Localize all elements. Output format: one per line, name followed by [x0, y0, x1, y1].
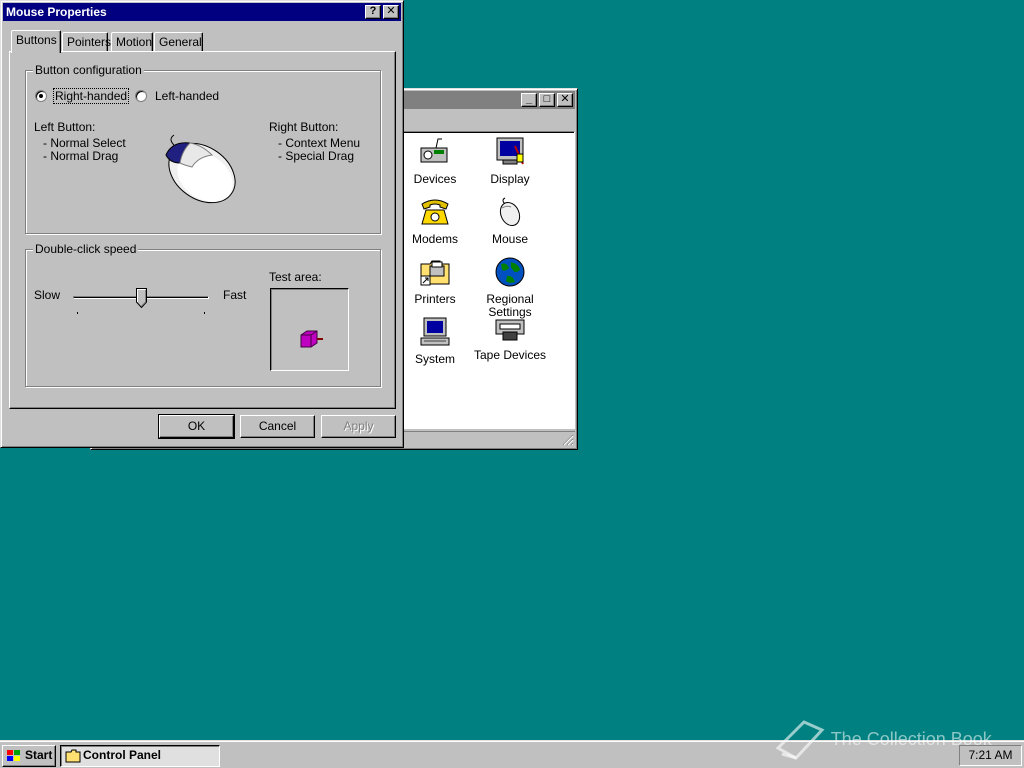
close-button[interactable]: ✕: [383, 5, 399, 19]
test-area-label: Test area:: [269, 270, 322, 284]
close-button[interactable]: ✕: [557, 93, 573, 107]
cp-item-tape-devices[interactable]: Tape Devices: [472, 316, 548, 362]
right-handed-label[interactable]: Right-handed: [53, 88, 130, 104]
fast-label: Fast: [223, 288, 247, 302]
watermark-text: The Collection Book: [830, 728, 992, 749]
right-handed-radio[interactable]: [35, 90, 47, 102]
cp-item-label: Tape Devices: [473, 348, 547, 362]
apply-button[interactable]: Apply: [321, 415, 396, 438]
mouse-icon: [499, 197, 521, 227]
globe-icon: [495, 257, 525, 287]
cp-item-label: Devices: [413, 172, 457, 186]
printers-folder-icon: [420, 260, 450, 286]
cp-item-mouse[interactable]: Mouse: [472, 196, 548, 246]
right-button-title: Right Button:: [269, 120, 339, 134]
right-button-item: - Context Menu: [278, 136, 361, 150]
tab-general[interactable]: General: [154, 32, 203, 52]
minimize-button[interactable]: _: [521, 93, 537, 107]
maximize-button[interactable]: □: [539, 93, 555, 107]
control-panel-folder-icon: [65, 749, 81, 763]
left-button-item: - Normal Select: [43, 136, 126, 150]
jack-in-the-box-icon: [300, 330, 323, 348]
devices-icon: [420, 138, 448, 163]
tab-pointers[interactable]: Pointers: [62, 32, 111, 52]
taskbar-control-panel[interactable]: Control Panel: [60, 745, 220, 767]
watermark: The Collection Book: [774, 718, 992, 762]
group-legend: Double-click speed: [33, 242, 139, 256]
cp-item-display[interactable]: Display: [472, 136, 548, 186]
slider-tick: [204, 312, 205, 314]
left-button-item: - Normal Drag: [43, 149, 119, 163]
cp-item-printers[interactable]: Printers: [397, 256, 473, 306]
cancel-button[interactable]: Cancel: [240, 415, 315, 438]
start-label: Start: [25, 748, 53, 762]
button-configuration-group: Button configuration Right-handed Left-h…: [25, 63, 381, 234]
left-handed-radio[interactable]: [135, 90, 147, 102]
dialog-title: Mouse Properties: [6, 5, 107, 19]
display-icon: [496, 137, 524, 165]
buttons-tab-panel: Button configuration Right-handed Left-h…: [9, 51, 396, 409]
cp-item-label: Display: [490, 172, 530, 186]
cp-item-modems[interactable]: Modems: [397, 196, 473, 246]
slider-tick: [77, 312, 78, 314]
cp-item-devices[interactable]: Devices: [397, 136, 473, 186]
slow-label: Slow: [34, 288, 61, 302]
tab-motion[interactable]: Motion: [111, 32, 153, 52]
start-button[interactable]: Start: [2, 745, 56, 767]
cp-item-label: Mouse: [491, 232, 529, 246]
speed-slider-thumb[interactable]: [136, 288, 147, 309]
computer-icon: [420, 317, 450, 346]
test-area-box[interactable]: [270, 288, 349, 371]
modem-phone-icon: [421, 199, 449, 225]
cp-item-label: Printers: [414, 292, 456, 306]
group-legend: Button configuration: [33, 63, 144, 77]
windows-logo-icon: [7, 750, 20, 761]
mouse-properties-dialog: Mouse Properties ? ✕ Buttons Pointers Mo…: [0, 0, 404, 448]
mouse-illustration-icon: [165, 134, 236, 204]
tab-buttons[interactable]: Buttons: [11, 30, 61, 53]
ok-button[interactable]: OK: [158, 414, 235, 439]
double-click-speed-group: Double-click speed Slow Fast Test area:: [25, 242, 381, 387]
book-logo-icon: [775, 720, 825, 760]
cp-item-system[interactable]: System: [397, 316, 473, 366]
left-handed-label[interactable]: Left-handed: [155, 89, 219, 103]
cp-item-regional-settings[interactable]: Regional Settings: [472, 256, 548, 319]
size-grip-icon[interactable]: [562, 434, 574, 446]
tape-drive-icon: [495, 319, 525, 341]
right-button-item: - Special Drag: [278, 149, 355, 163]
left-button-title: Left Button:: [34, 120, 96, 134]
task-label: Control Panel: [83, 748, 162, 762]
dialog-titlebar[interactable]: Mouse Properties ? ✕: [3, 3, 401, 21]
cp-item-label: System: [414, 352, 455, 366]
cp-item-label: Modems: [411, 232, 458, 246]
help-button[interactable]: ?: [365, 5, 381, 19]
